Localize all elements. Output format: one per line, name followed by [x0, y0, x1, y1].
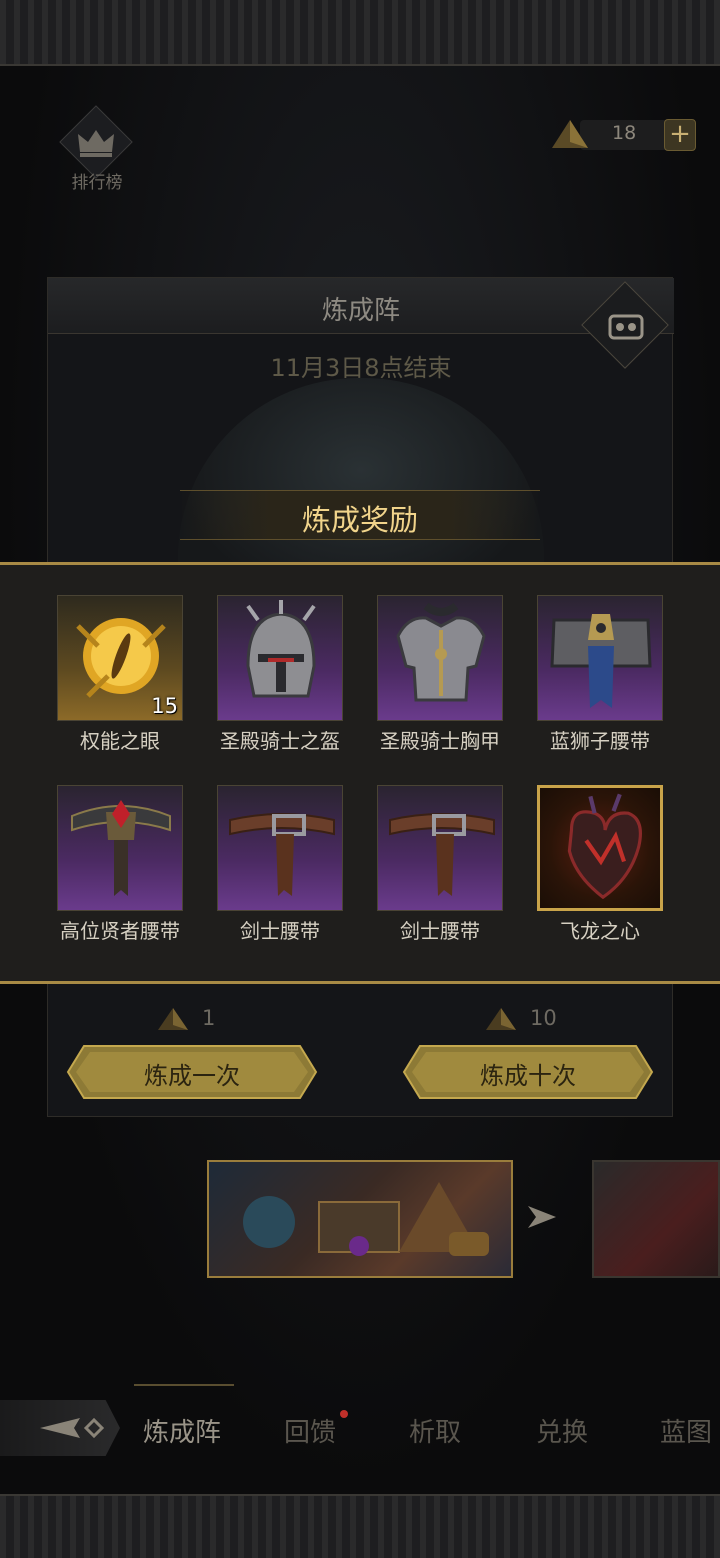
event-info-icon[interactable] — [604, 308, 648, 344]
treasure-art-icon — [243, 1182, 489, 1256]
item-name: 剑士腰带 — [240, 919, 320, 943]
reward-item[interactable]: 圣殿骑士之盔 — [217, 595, 343, 765]
forge-once-button[interactable]: 炼成一次 — [66, 1044, 318, 1100]
add-currency-button[interactable]: + — [664, 119, 696, 151]
reward-item[interactable]: 剑士腰带 — [217, 785, 343, 955]
chevron-right-icon[interactable] — [524, 1200, 558, 1234]
item-name: 圣殿骑士之盔 — [220, 729, 340, 753]
currency-value: 18 — [612, 122, 637, 144]
item-frame — [377, 595, 503, 721]
reward-item[interactable]: 高位贤者腰带 — [57, 785, 183, 955]
forge-ten-button[interactable]: 炼成十次 — [402, 1044, 654, 1100]
tab-feedback[interactable]: 回馈 — [284, 1412, 336, 1449]
leaderboard-label: 排行榜 — [71, 173, 123, 193]
item-frame — [537, 595, 663, 721]
tab-exchange[interactable]: 兑换 — [536, 1412, 588, 1449]
belt-icon — [550, 614, 652, 708]
chest-armor-icon — [396, 602, 486, 702]
tab-extract[interactable]: 析取 — [409, 1412, 461, 1449]
bottom-decorative-frame — [0, 1494, 720, 1558]
forge-once-label: 炼成一次 — [144, 1062, 240, 1090]
item-name: 剑士腰带 — [400, 919, 480, 943]
dragon-heart-icon — [567, 793, 642, 900]
jeweled-belt-icon — [71, 800, 171, 896]
item-name: 高位贤者腰带 — [60, 919, 180, 943]
event-carousel-card[interactable] — [207, 1160, 513, 1278]
leaderboard-button[interactable]: 排行榜 — [59, 105, 133, 193]
reward-item[interactable]: 飞龙之心 — [537, 785, 663, 955]
reward-item[interactable]: 蓝狮子腰带 — [537, 595, 663, 765]
helmet-icon — [246, 600, 316, 698]
item-frame — [537, 785, 663, 911]
item-frame — [377, 785, 503, 911]
pyramid-crystal-icon — [552, 120, 588, 148]
tab-blueprint[interactable]: 蓝图 — [660, 1412, 712, 1449]
rewards-banner: 炼成奖励 — [180, 490, 540, 540]
bottom-tab-bar: 炼成阵 回馈 析取 兑换 蓝图 — [0, 1384, 720, 1466]
item-frame — [57, 785, 183, 911]
item-frame: 15 — [57, 595, 183, 721]
pyramid-crystal-icon — [486, 1008, 516, 1030]
single-cost-value: 1 — [202, 1006, 216, 1030]
reward-item[interactable]: 剑士腰带 — [377, 785, 503, 955]
notification-dot — [340, 1410, 348, 1418]
rewards-title: 炼成奖励 — [301, 503, 418, 537]
item-frame — [217, 785, 343, 911]
tab-forge[interactable]: 炼成阵 — [143, 1412, 221, 1449]
back-button[interactable] — [0, 1400, 120, 1456]
crown-icon — [78, 130, 114, 157]
leather-belt-icon — [229, 813, 335, 896]
leather-belt-icon — [389, 813, 495, 896]
event-header: 炼成阵 — [48, 278, 674, 334]
item-name: 蓝狮子腰带 — [550, 729, 650, 753]
forge-ten-label: 炼成十次 — [480, 1062, 576, 1090]
item-name: 权能之眼 — [80, 729, 160, 753]
next-carousel-card[interactable] — [592, 1160, 720, 1278]
event-title: 炼成阵 — [321, 296, 400, 326]
ten-cost-value: 10 — [530, 1006, 557, 1030]
item-name: 圣殿骑士胸甲 — [380, 729, 500, 753]
reward-item[interactable]: 圣殿骑士胸甲 — [377, 595, 503, 765]
item-frame — [217, 595, 343, 721]
item-count: 15 — [151, 694, 178, 718]
item-name: 飞龙之心 — [560, 919, 640, 943]
reward-item[interactable]: 15 权能之眼 — [57, 595, 183, 765]
top-decorative-frame — [0, 0, 720, 66]
back-arrow-icon — [40, 1417, 104, 1439]
active-tab-indicator — [134, 1384, 234, 1386]
pyramid-crystal-icon — [158, 1008, 188, 1030]
currency-display: 18 + — [550, 118, 700, 152]
